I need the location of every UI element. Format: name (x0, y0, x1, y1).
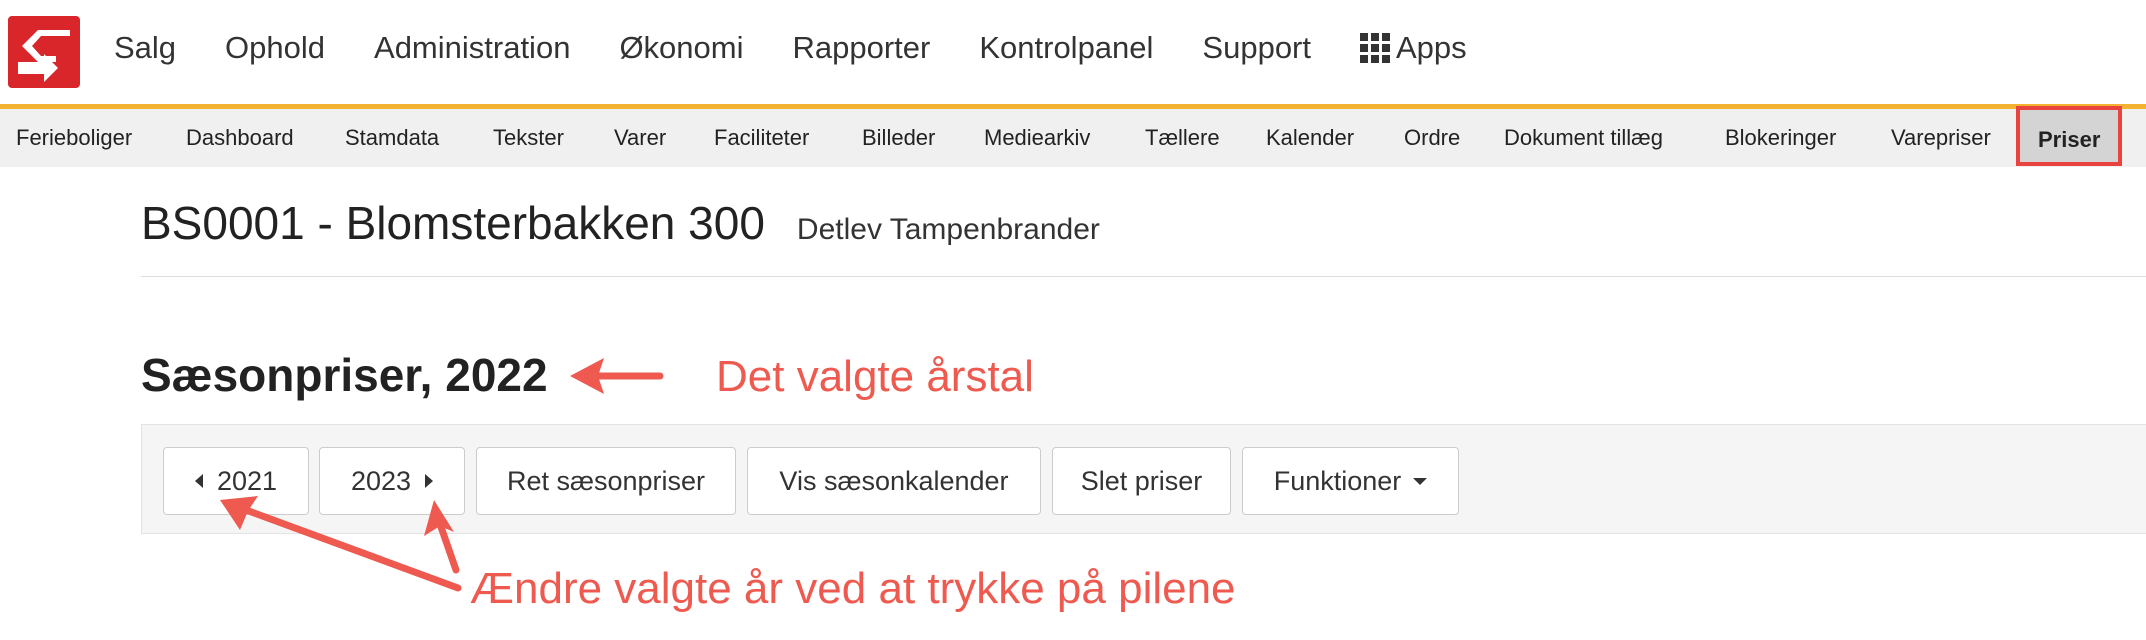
annotation-arrow-prev (220, 496, 462, 592)
annotation-arrow-next (424, 500, 460, 574)
annotation-arrows (220, 358, 664, 592)
annotation-arrow-year (570, 358, 664, 394)
